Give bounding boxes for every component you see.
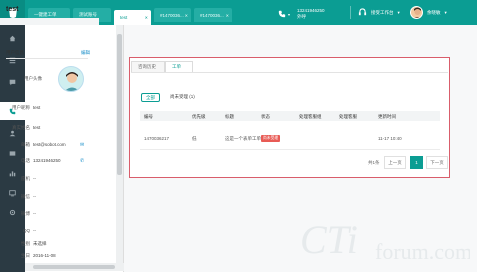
field-value: 2016-11-08 [33,253,56,258]
field-label: 微信 [21,193,30,199]
field-qq: QQ -- [0,227,92,234]
nav-home[interactable] [0,29,25,47]
field-label: 座机 [21,175,30,181]
field-label: 真实姓名 [12,124,30,130]
column-header: 处理客服组 [299,114,322,119]
column-header: 优先级 [192,114,206,119]
phone-label: 外呼 [297,14,307,19]
scrollbar-thumb[interactable] [33,265,115,269]
cell-title[interactable]: 这是一个表单工单 [225,136,261,142]
column-header: 更新时间 [378,114,396,119]
field-email: 邮箱 test@sobot.com ✉ [0,141,92,148]
field-nickname: 用户昵称 test [0,104,92,111]
next-page-button[interactable]: 下一页 [426,156,448,169]
phone-widget[interactable]: ▾ 13241946250 外呼 [278,8,325,20]
tab-tickets[interactable]: 工单 [165,61,193,72]
field-value: 13241946250 [33,158,61,163]
field-label: 生日 [21,252,30,258]
mail-icon[interactable]: ✉ [80,142,84,148]
field-gender: 性别 未选择 [0,240,92,247]
chevron-down-icon: ▾ [288,11,291,17]
cell-id[interactable]: 1470036217 [144,136,169,141]
prev-page-button[interactable]: 上一页 [384,156,406,169]
watermark-main: CTi [300,217,358,262]
divider [6,58,88,59]
divider [131,72,448,73]
cell-priority: 低 [192,136,197,141]
status-label: 接受工作台 [371,9,394,15]
field-value: test [33,125,41,130]
customer-panel [25,25,124,272]
edit-button[interactable]: 编辑 [81,50,90,56]
field-phone: 电话 13241946250 ✆ [0,157,92,164]
tab-ticket-2[interactable]: #1470036... ✕ [194,8,232,22]
tab-label: #1470036... [160,12,184,18]
avatar [58,66,84,92]
field-landline: 座机 -- [0,175,92,182]
close-icon[interactable]: ✕ [185,13,188,18]
user-name: 余晓敏 [427,9,441,15]
panel-header-band [0,18,99,25]
tab-label: test [120,15,128,20]
avatar [410,6,423,19]
field-value: -- [33,176,36,181]
tab-consult-history[interactable]: 咨询历史 [131,61,165,72]
watermark-sub: forum.com [375,239,470,264]
user-info-heading: 用户信息 [6,50,24,55]
status-toggle[interactable]: 接受工作台 ▾ [358,8,400,17]
chevron-down-icon: ▾ [397,9,400,15]
tab-label: #1470036... [200,12,224,18]
field-label: 用户昵称 [12,104,30,110]
field-label: QQ [22,228,30,233]
field-label: 用户头像 [24,75,42,81]
field-value: -- [33,211,36,216]
field-label: 邮箱 [21,141,30,147]
home-icon [9,35,16,41]
user-menu[interactable]: 余晓敏 ▾ [410,6,447,19]
field-birthday: 生日 2016-11-08 [0,252,92,259]
customer-title: test [6,6,19,13]
divider [350,6,351,19]
tab-label: 咨询历史 [138,64,156,69]
column-header: 标题 [225,114,234,119]
close-icon[interactable]: ✕ [145,15,148,20]
phone-icon [278,10,286,18]
phone-icon[interactable]: ✆ [80,158,84,164]
close-icon[interactable]: ✕ [226,13,229,18]
divider [140,149,440,150]
field-value: -- [33,194,36,199]
watermark-logo: CTi forum.com [300,215,472,265]
chevron-down-icon: ▾ [444,9,447,15]
page-1-button[interactable]: 1 [410,156,423,169]
tab-test[interactable]: test ✕ [114,10,151,25]
field-label: 电话 [21,157,30,163]
status-badge: 尚未受理 [261,135,281,142]
column-header: 状态 [261,114,270,119]
column-header: 处理客服 [339,114,357,119]
field-value: test [33,105,41,110]
filter-all-button[interactable]: 全部 [141,93,160,102]
headset-icon [358,8,367,16]
filter-pending-button[interactable]: 尚未受理 (1) [170,94,195,100]
scrollbar-thumb[interactable] [117,34,122,175]
tab-ticket-1[interactable]: #1470036... ✕ [154,8,191,22]
pagination-total: 共1条 [368,160,380,165]
ticket-icon [9,150,16,156]
field-wechat: 微信 -- [0,193,92,200]
field-label: 性别 [21,240,30,246]
field-label: 微博 [21,210,30,216]
column-header: 编号 [144,114,153,119]
field-realname: 真实姓名 test [0,124,92,131]
field-weibo: 微博 -- [0,210,92,217]
field-value: -- [33,228,36,233]
field-value: test@sobot.com [33,142,66,147]
tab-label: 工单 [172,64,181,69]
cell-updated: 11-17 10:40 [378,136,402,141]
field-value: 未选择 [33,240,47,246]
